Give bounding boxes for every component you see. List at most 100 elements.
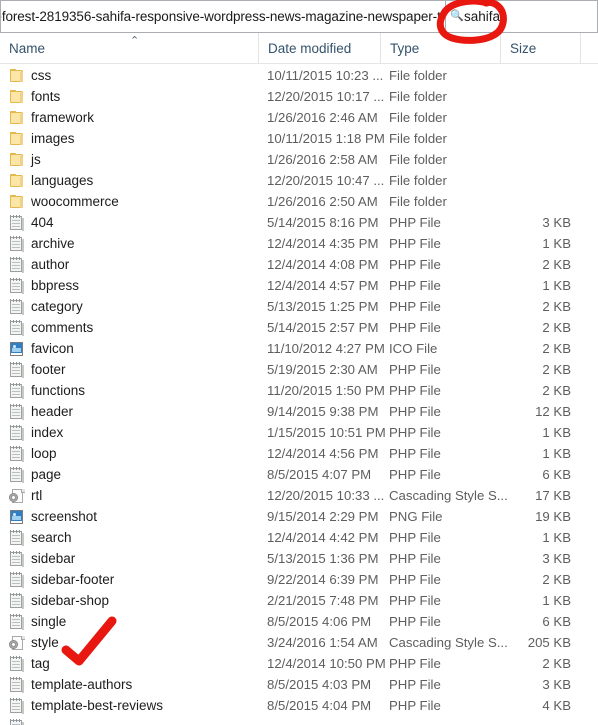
file-size-cell	[500, 107, 580, 128]
file-row[interactable]: js 1/26/2016 2:58 AM File folder	[0, 149, 598, 170]
column-header-date-modified[interactable]: Date modified	[258, 33, 380, 64]
file-name-cell[interactable]: images	[0, 128, 258, 149]
file-name-cell[interactable]: template-best-reviews	[0, 695, 258, 716]
file-row[interactable]: favicon 11/10/2012 4:27 PM ICO File 2 KB	[0, 338, 598, 359]
file-row[interactable]: 404 5/14/2015 8:16 PM PHP File 3 KB	[0, 212, 598, 233]
file-row[interactable]: style 3/24/2016 1:54 AM Cascading Style S.…	[0, 632, 598, 653]
file-name-cell[interactable]: bbpress	[0, 275, 258, 296]
file-row[interactable]: sidebar-shop 2/21/2015 7:48 PM PHP File 1 K…	[0, 590, 598, 611]
file-name-cell[interactable]: screenshot	[0, 506, 258, 527]
file-name-cell[interactable]: comments	[0, 317, 258, 338]
file-name-cell[interactable]: loop	[0, 443, 258, 464]
file-row[interactable]: sidebar-footer 9/22/2014 6:39 PM PHP File 2…	[0, 569, 598, 590]
column-header-type[interactable]: Type	[380, 33, 500, 64]
file-row[interactable]: page 8/5/2015 4:07 PM PHP File 6 KB	[0, 464, 598, 485]
file-type-cell: PHP File	[389, 698, 441, 713]
file-row[interactable]: template-authors 8/5/2015 4:03 PM PHP File…	[0, 674, 598, 695]
file-name-cell[interactable]: sidebar	[0, 548, 258, 569]
file-row[interactable]: functions 11/20/2015 1:50 PM PHP File 2 KB	[0, 380, 598, 401]
file-name-cell[interactable]: functions	[0, 380, 258, 401]
file-name-cell[interactable]: single	[0, 611, 258, 632]
file-name-cell[interactable]: js	[0, 149, 258, 170]
file-name-cell[interactable]: footer	[0, 359, 258, 380]
file-size-cell: 3 KB	[542, 551, 571, 566]
address-bar: neforest-2819356-sahifa-responsive-wordp…	[0, 0, 598, 33]
file-row[interactable]: footer 5/19/2015 2:30 AM PHP File 2 KB	[0, 359, 598, 380]
file-type-cell: Cascading Style S...	[389, 488, 508, 503]
file-name-cell[interactable]: author	[0, 254, 258, 275]
file-row[interactable]: loop 12/4/2014 4:56 PM PHP File 1 KB	[0, 443, 598, 464]
file-size-cell: 2 KB	[542, 320, 571, 335]
file-row[interactable]: languages 12/20/2015 10:47 ... File folder	[0, 170, 598, 191]
column-header-name[interactable]: Name ⌃	[0, 33, 258, 64]
file-name-cell[interactable]: favicon	[0, 338, 258, 359]
file-name-cell[interactable]: languages	[0, 170, 258, 191]
file-row[interactable]: header 9/14/2015 9:38 PM PHP File 12 KB	[0, 401, 598, 422]
file-row[interactable]: sidebar 5/13/2015 1:36 PM PHP File 3 KB	[0, 548, 598, 569]
file-row[interactable]: index 1/15/2015 10:51 PM PHP File 1 KB	[0, 422, 598, 443]
file-name-label: page	[31, 467, 62, 482]
search-icon: 🔍	[450, 10, 464, 22]
file-list[interactable]: css 10/11/2015 10:23 ... File folder fonts 1…	[0, 65, 598, 725]
file-size-cell: 1 KB	[542, 446, 571, 461]
file-name-cell[interactable]: template-authors	[0, 674, 258, 695]
file-name-cell[interactable]: 404	[0, 212, 258, 233]
file-name-label: index	[31, 425, 64, 440]
file-type-cell: Cascading Style S...	[389, 635, 508, 650]
file-name-cell[interactable]: framework	[0, 107, 258, 128]
file-date-modified-cell: 8/5/2015 4:06 PM	[267, 614, 372, 629]
breadcrumb-path-box[interactable]: neforest-2819356-sahifa-responsive-wordp…	[0, 0, 445, 33]
file-name-label: screenshot	[31, 509, 98, 524]
file-name-cell[interactable]: page	[0, 464, 258, 485]
file-row[interactable]	[0, 716, 598, 725]
file-date-modified-cell: 12/4/2014 4:35 PM	[267, 236, 379, 251]
file-name-cell[interactable]: sidebar-footer	[0, 569, 258, 590]
file-row[interactable]: screenshot 9/15/2014 2:29 PM PNG File 19 KB	[0, 506, 598, 527]
file-row[interactable]: search 12/4/2014 4:42 PM PHP File 1 KB	[0, 527, 598, 548]
file-size-cell	[500, 170, 580, 191]
file-row[interactable]: woocommerce 1/26/2016 2:50 AM File folder	[0, 191, 598, 212]
file-type-cell: PHP File	[389, 215, 441, 230]
css-file-icon	[9, 488, 25, 504]
file-row[interactable]: bbpress 12/4/2014 4:57 PM PHP File 1 KB	[0, 275, 598, 296]
file-type-cell: File folder	[389, 194, 447, 209]
search-box[interactable]: 🔍 sahifa	[445, 0, 598, 33]
file-name-cell[interactable]: search	[0, 527, 258, 548]
file-row[interactable]: images 10/11/2015 1:18 PM File folder	[0, 128, 598, 149]
file-name-cell[interactable]: fonts	[0, 86, 258, 107]
file-name-cell[interactable]: woocommerce	[0, 191, 258, 212]
php-file-icon	[9, 571, 25, 588]
file-row[interactable]: author 12/4/2014 4:08 PM PHP File 2 KB	[0, 254, 598, 275]
file-name-cell[interactable]: sidebar-shop	[0, 590, 258, 611]
php-file-icon	[9, 466, 25, 483]
file-name-cell[interactable]: tag	[0, 653, 258, 674]
file-date-modified-cell: 12/20/2015 10:17 ...	[267, 89, 385, 104]
column-header-size[interactable]: Size	[500, 33, 580, 64]
file-type-cell: File folder	[389, 152, 447, 167]
file-name-cell[interactable]: rtl	[0, 485, 258, 506]
file-name-cell[interactable]: category	[0, 296, 258, 317]
php-file-icon	[9, 676, 25, 693]
search-input[interactable]: sahifa	[464, 9, 500, 24]
file-name-cell[interactable]	[0, 716, 258, 725]
file-date-modified-cell: 1/15/2015 10:51 PM	[267, 425, 386, 440]
file-row[interactable]: single 8/5/2015 4:06 PM PHP File 6 KB	[0, 611, 598, 632]
file-name-label: style	[31, 635, 59, 650]
file-row[interactable]: template-best-reviews 8/5/2015 4:04 PM PHP…	[0, 695, 598, 716]
file-row[interactable]: tag 12/4/2014 10:50 PM PHP File 2 KB	[0, 653, 598, 674]
file-row[interactable]: rtl 12/20/2015 10:33 ... Cascading Style S…	[0, 485, 598, 506]
file-name-cell[interactable]: style	[0, 632, 258, 653]
file-name-cell[interactable]: index	[0, 422, 258, 443]
file-row[interactable]: archive 12/4/2014 4:35 PM PHP File 1 KB	[0, 233, 598, 254]
file-type-cell: File folder	[389, 110, 447, 125]
file-name-cell[interactable]: archive	[0, 233, 258, 254]
file-row[interactable]: framework 1/26/2016 2:46 AM File folder	[0, 107, 598, 128]
file-row[interactable]: category 5/13/2015 1:25 PM PHP File 2 KB	[0, 296, 598, 317]
php-file-icon	[9, 424, 25, 441]
file-name-cell[interactable]: css	[0, 65, 258, 86]
file-row[interactable]: fonts 12/20/2015 10:17 ... File folder	[0, 86, 598, 107]
file-row[interactable]: css 10/11/2015 10:23 ... File folder	[0, 65, 598, 86]
file-row[interactable]: comments 5/14/2015 2:57 PM PHP File 2 KB	[0, 317, 598, 338]
php-file-icon	[9, 529, 25, 546]
file-name-cell[interactable]: header	[0, 401, 258, 422]
